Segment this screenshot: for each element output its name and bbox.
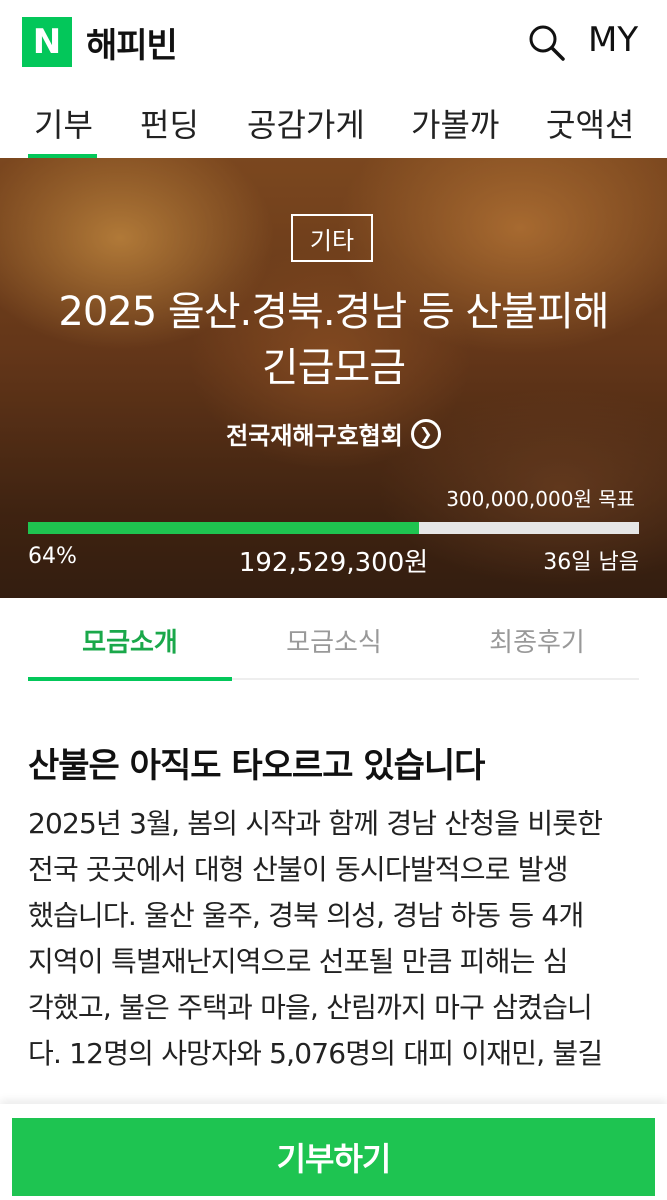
nav-item-visit[interactable]: 가볼까 — [411, 100, 499, 146]
content-tabs: 모금소개 모금소식 최종후기 — [0, 598, 667, 682]
tab-news[interactable]: 모금소식 — [232, 622, 436, 659]
category-tag: 기타 — [291, 214, 373, 262]
nav-item-funding[interactable]: 펀딩 — [140, 100, 199, 146]
progress-bar — [28, 522, 639, 534]
tab-active-indicator — [28, 677, 232, 681]
donate-button[interactable]: 기부하기 — [12, 1118, 655, 1196]
search-icon[interactable] — [526, 22, 566, 62]
campaign-story: 산불은 아직도 타오르고 있습니다 2025년 3월, 봄의 시작과 함께 경남… — [28, 738, 643, 1077]
progress-bar-fill — [28, 522, 420, 534]
tab-final-review[interactable]: 최종후기 — [435, 622, 639, 659]
days-remaining: 36일 남음 — [543, 550, 639, 575]
campaign-title: 2025 울산.경북.경남 등 산불피해 긴급모금 — [20, 284, 647, 396]
organization-name: 전국재해구호협회 — [226, 422, 403, 450]
chevron-right-circle-icon: ❯ — [410, 418, 441, 449]
category-nav: 기부 펀딩 공감가게 가볼까 굿액션 — [0, 82, 667, 158]
brand-title[interactable]: 해피빈 — [86, 18, 178, 67]
campaign-title-line2: 긴급모금 — [261, 345, 406, 391]
story-body: 2025년 3월, 봄의 시작과 함께 경남 산청을 비롯한 전국 곳곳에서 대… — [28, 807, 603, 1070]
campaign-title-line1: 2025 울산.경북.경남 등 산불피해 — [58, 289, 609, 335]
goal-amount: 300,000,000원 목표 — [446, 487, 635, 511]
naver-logo[interactable]: N — [22, 17, 72, 67]
story-heading: 산불은 아직도 타오르고 있습니다 — [28, 746, 485, 786]
nav-item-store[interactable]: 공감가게 — [247, 100, 365, 146]
app-header: N 해피빈 MY — [0, 0, 667, 82]
nav-item-donate[interactable]: 기부 — [34, 100, 93, 146]
bottom-action-bar: 기부하기 — [0, 1104, 667, 1200]
my-menu-link[interactable]: MY — [588, 20, 638, 60]
tab-introduction[interactable]: 모금소개 — [28, 622, 232, 659]
organization-link[interactable]: 전국재해구호협회 ❯ — [0, 416, 667, 451]
nav-item-good-action[interactable]: 굿액션 — [546, 100, 634, 146]
campaign-hero: 기타 2025 울산.경북.경남 등 산불피해 긴급모금 전국재해구호협회 ❯ … — [0, 158, 667, 598]
